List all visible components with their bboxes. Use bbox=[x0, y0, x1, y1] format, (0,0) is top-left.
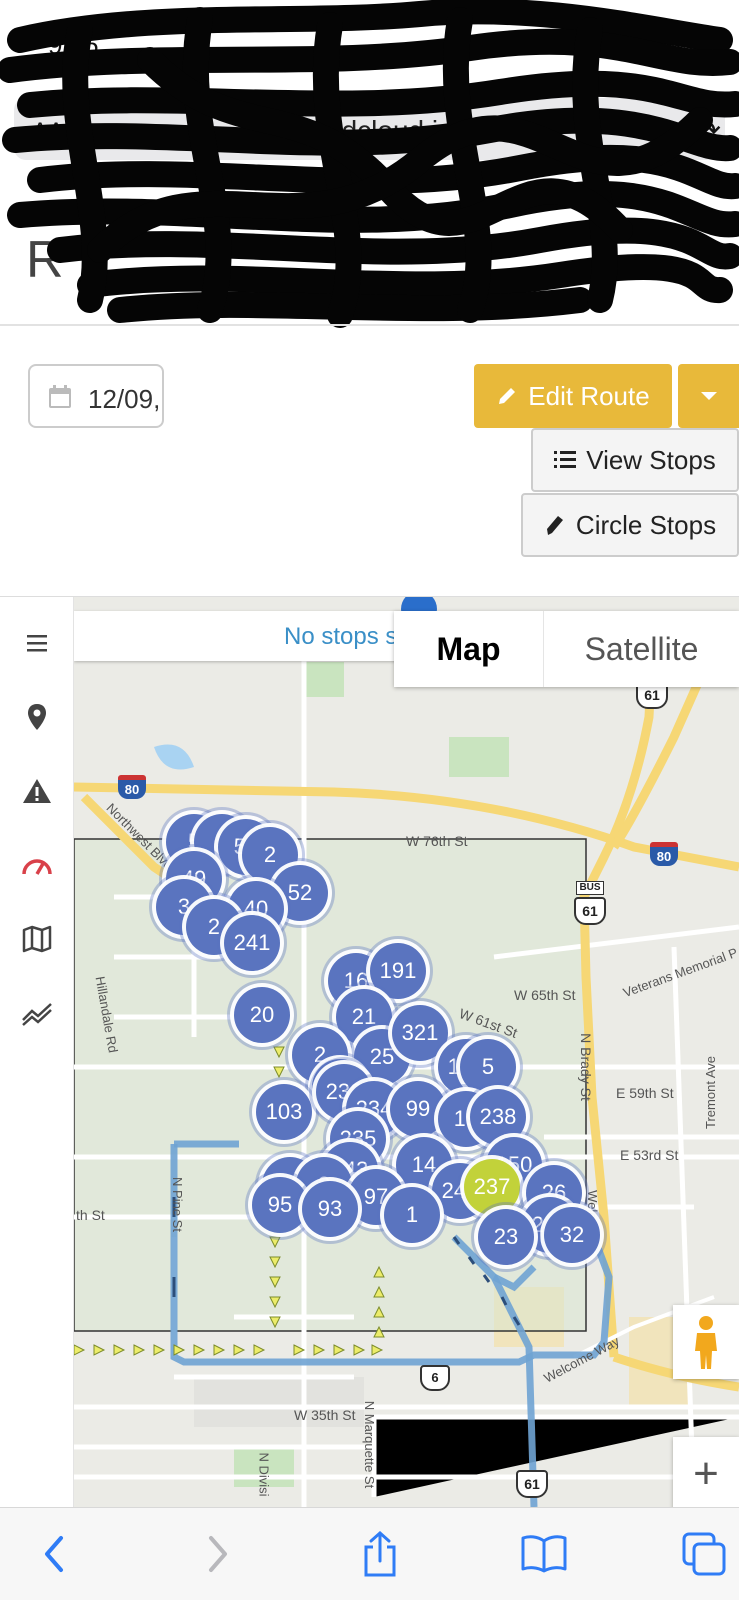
reload-icon[interactable]: ⟳ bbox=[696, 114, 721, 149]
stop-cluster-marker[interactable]: 95 bbox=[252, 1177, 308, 1233]
nav-alerts[interactable] bbox=[0, 765, 74, 817]
back-button[interactable] bbox=[26, 1526, 82, 1582]
pegman-icon bbox=[695, 1316, 717, 1369]
road-label: N Brady St bbox=[577, 1033, 594, 1101]
battery-icon bbox=[695, 34, 725, 52]
share-icon bbox=[364, 1531, 396, 1577]
list-icon bbox=[554, 451, 577, 468]
road-label: N Divisi bbox=[256, 1452, 272, 1497]
stop-cluster-marker[interactable]: 241 bbox=[224, 915, 280, 971]
interstate-shield: 80 bbox=[118, 775, 146, 799]
stop-cluster-marker[interactable]: 93 bbox=[302, 1181, 358, 1237]
menu-icon bbox=[27, 635, 47, 652]
forward-chevron-icon bbox=[209, 1536, 227, 1572]
road-label: N Marquette St bbox=[362, 1400, 378, 1489]
map-type-satellite-button[interactable]: Satellite bbox=[544, 611, 739, 687]
map-type-control: Map Satellite bbox=[394, 611, 739, 687]
map-icon bbox=[22, 925, 52, 953]
nav-map[interactable] bbox=[0, 913, 74, 965]
no-stops-text: No stops s bbox=[284, 623, 398, 650]
bus-shield-label: BUS bbox=[576, 881, 604, 895]
us-route-shield: 61 bbox=[516, 1470, 548, 1498]
header-divider bbox=[0, 324, 739, 326]
stop-cluster-marker[interactable]: 321 bbox=[392, 1005, 448, 1061]
screen: { "status": { "time": "9:46", "network":… bbox=[0, 0, 739, 1600]
page-title: R bbox=[26, 231, 64, 289]
edit-route-button[interactable]: Edit Route bbox=[474, 364, 672, 428]
map-type-map-button[interactable]: Map bbox=[394, 611, 544, 687]
pencil-icon bbox=[499, 388, 516, 404]
us-route-shield: 61 bbox=[574, 897, 606, 925]
date-picker[interactable]: 12/09, bbox=[28, 364, 164, 428]
bookmarks-button[interactable] bbox=[516, 1526, 572, 1582]
road-label: th St bbox=[76, 1207, 105, 1223]
nav-speed[interactable] bbox=[0, 839, 74, 891]
caret-down-icon bbox=[700, 392, 717, 400]
us-route-shield: 6 bbox=[420, 1365, 450, 1391]
date-value: 12/09, bbox=[88, 384, 161, 414]
network-indicator: LTE bbox=[653, 34, 689, 56]
stop-cluster-marker[interactable]: 32 bbox=[544, 1207, 600, 1263]
browser-top-bar: 9:46 LTE AA groundcloud.io ⟳ R bbox=[0, 0, 739, 325]
route-map[interactable]: Northwest Blvd W 76th St W 65th St W 61s… bbox=[74, 597, 739, 1507]
circle-stops-label: Circle Stops bbox=[575, 509, 717, 540]
nav-stops[interactable] bbox=[0, 691, 74, 743]
back-chevron-icon bbox=[45, 1536, 63, 1572]
circle-stops-button[interactable]: Circle Stops bbox=[521, 493, 739, 557]
stop-cluster-marker[interactable]: 1 bbox=[384, 1187, 440, 1243]
book-icon bbox=[521, 1535, 567, 1573]
browser-bottom-bar bbox=[0, 1507, 739, 1600]
road-label: E 53rd St bbox=[620, 1147, 679, 1163]
no-stops-banner: No stops s bbox=[74, 611, 404, 661]
edit-route-label: Edit Route bbox=[528, 380, 650, 411]
nav-trends[interactable] bbox=[0, 987, 74, 1039]
road-label: W 76th St bbox=[406, 833, 468, 849]
stop-cluster-marker[interactable]: 23 bbox=[478, 1209, 534, 1265]
road-label: W 65th St bbox=[514, 987, 576, 1003]
view-stops-button[interactable]: View Stops bbox=[531, 428, 739, 492]
stop-cluster-marker[interactable]: 191 bbox=[370, 943, 426, 999]
road-label: E 59th St bbox=[616, 1085, 674, 1101]
share-button[interactable] bbox=[352, 1526, 408, 1582]
road-label: N Pine St bbox=[169, 1177, 185, 1232]
stop-cluster-marker[interactable]: 103 bbox=[256, 1084, 312, 1140]
tabs-icon bbox=[682, 1532, 726, 1576]
tabs-button[interactable] bbox=[676, 1526, 732, 1582]
road-label: Tremont Ave bbox=[702, 1056, 718, 1129]
side-nav bbox=[0, 597, 74, 1507]
stop-cluster-marker[interactable]: 5 bbox=[460, 1039, 516, 1095]
stop-cluster-marker[interactable]: 99 bbox=[390, 1081, 446, 1137]
edit-route-dropdown-button[interactable] bbox=[678, 364, 739, 428]
speedometer-icon bbox=[22, 859, 52, 875]
zoom-in-button[interactable]: + bbox=[673, 1437, 739, 1507]
stop-cluster-marker[interactable]: 20 bbox=[234, 987, 290, 1043]
forward-button[interactable] bbox=[190, 1526, 246, 1582]
nav-menu[interactable] bbox=[0, 617, 74, 669]
url-text[interactable]: groundcloud.io bbox=[270, 115, 454, 147]
trend-line-icon bbox=[22, 1003, 52, 1026]
street-view-pegman[interactable] bbox=[673, 1305, 739, 1379]
calendar-icon bbox=[49, 385, 71, 408]
stop-cluster-marker[interactable]: 237 bbox=[464, 1159, 520, 1215]
text-size-button[interactable]: AA bbox=[32, 118, 64, 146]
marker-pen-icon bbox=[546, 516, 563, 535]
view-stops-label: View Stops bbox=[586, 444, 716, 475]
road-label: W 35th St bbox=[294, 1407, 356, 1423]
location-pin-icon bbox=[28, 704, 46, 730]
interstate-shield: 80 bbox=[650, 842, 678, 866]
status-time: 9:46 bbox=[48, 30, 99, 60]
warning-icon bbox=[23, 779, 51, 803]
